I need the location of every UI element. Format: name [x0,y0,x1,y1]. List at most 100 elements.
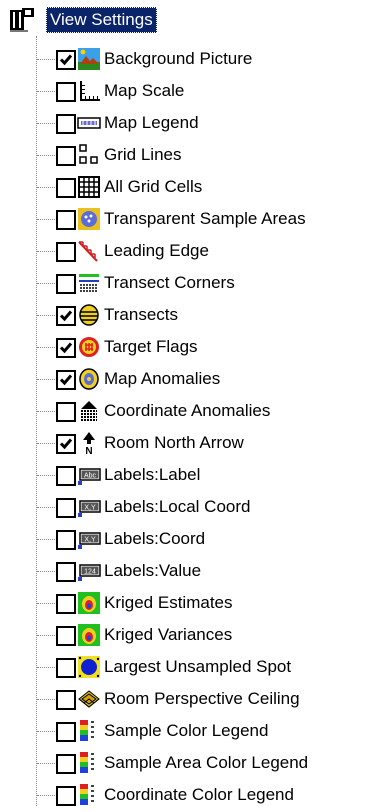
tree-connector [37,475,55,476]
tree-item-transparent-sample-areas[interactable]: Transparent Sample Areas [0,204,377,236]
checkmark-icon [59,437,73,451]
perspective-ceiling-icon [77,687,101,711]
checkbox[interactable] [56,370,76,390]
tree-item-label: Sample Area Color Legend [104,753,309,772]
tree-connector [37,699,55,700]
checkmark-icon [59,53,73,67]
tree-item-label: Kriged Estimates [104,593,233,612]
target-flags-icon [77,335,101,359]
tree-item-label: Map Anomalies [104,369,221,388]
label-abc-icon: Abc [77,463,101,487]
checkbox[interactable] [56,786,76,806]
checkbox[interactable] [56,178,76,198]
tree-connector [37,347,55,348]
label-xy-icon: X,Y [77,527,101,551]
label-xy-icon: X,Y [77,495,101,519]
checkbox[interactable] [56,306,76,326]
tree-connector [37,91,55,92]
tree-connector [37,283,55,284]
tree-item-label: Kriged Variances [104,625,233,644]
checkbox[interactable] [56,114,76,134]
tree-item-kriged-variances[interactable]: Kriged Variances [0,620,377,652]
tree-item-label: Target Flags [104,337,198,356]
view-settings-tree[interactable]: View Settings Background Picture Map Scal… [0,0,377,806]
checkbox[interactable] [56,146,76,166]
tree-item-label: Sample Color Legend [104,721,269,740]
tree-item-label: Transect Corners [104,273,235,292]
checkbox[interactable] [56,498,76,518]
tree-connector [37,251,55,252]
map-anomalies-icon [77,367,101,391]
tree-item-transects[interactable]: Transects [0,300,377,332]
checkbox[interactable] [56,562,76,582]
tree-item-room-perspective-ceiling[interactable]: Room Perspective Ceiling [0,684,377,716]
coordinate-anomalies-icon [77,399,101,423]
checkbox[interactable] [56,594,76,614]
checkbox[interactable] [56,338,76,358]
tree-item-target-flags[interactable]: Target Flags [0,332,377,364]
checkbox[interactable] [56,722,76,742]
checkbox[interactable] [56,82,76,102]
checkbox[interactable] [56,754,76,774]
tree-item-label: Coordinate Anomalies [104,401,271,420]
tree-connector [37,667,55,668]
tree-connector [37,763,55,764]
tree-item-label: Leading Edge [104,241,209,260]
checkbox[interactable] [56,530,76,550]
checkbox[interactable] [56,402,76,422]
tree-item-background-picture[interactable]: Background Picture [0,44,377,76]
tree-item-grid-lines[interactable]: Grid Lines [0,140,377,172]
tree-connector [37,731,55,732]
tree-item-labels-local-coord[interactable]: X,Y Labels:Local Coord [0,492,377,524]
north-arrow-icon: N [77,431,101,457]
sample-area-icon [77,207,101,231]
checkbox[interactable] [56,626,76,646]
tree-item-label: Room North Arrow [104,433,244,452]
tree-connector [37,507,55,508]
book-icon [8,6,42,34]
tree-connector [37,539,55,540]
tree-item-room-north-arrow[interactable]: N Room North Arrow [0,428,377,460]
checkbox[interactable] [56,466,76,486]
tree-item-label: All Grid Cells [104,177,203,196]
checkbox[interactable] [56,690,76,710]
checkmark-icon [59,373,73,387]
tree-item-sample-area-color-legend[interactable]: Sample Area Color Legend [0,748,377,780]
tree-item-labels-value[interactable]: 124 Labels:Value [0,556,377,588]
svg-text:N: N [85,446,92,455]
tree-connector [37,443,55,444]
tree-item-largest-unsampled-spot[interactable]: Largest Unsampled Spot [0,652,377,684]
tree-root-label[interactable]: View Settings [46,7,157,33]
grid-lines-icon [77,143,101,167]
svg-text:Abc: Abc [84,473,97,480]
tree-item-label: Labels:Coord [104,529,206,548]
tree-item-label: Largest Unsampled Spot [104,657,292,676]
tree-item-label: Labels:Label [104,465,201,484]
tree-item-coordinate-anomalies[interactable]: Coordinate Anomalies [0,396,377,428]
tree-connector [37,795,55,796]
tree-item-coordinate-color-legend[interactable]: Coordinate Color Legend [0,780,377,812]
tree-item-kriged-estimates[interactable]: Kriged Estimates [0,588,377,620]
label-value-icon: 124 [77,559,101,583]
tree-item-map-anomalies[interactable]: Map Anomalies [0,364,377,396]
checkbox[interactable] [56,210,76,230]
tree-item-label: Grid Lines [104,145,182,164]
tree-item-leading-edge[interactable]: Leading Edge [0,236,377,268]
checkbox[interactable] [56,658,76,678]
tree-item-map-scale[interactable]: Map Scale [0,76,377,108]
checkbox[interactable] [56,242,76,262]
tree-item-labels-label[interactable]: Abc Labels:Label [0,460,377,492]
tree-item-sample-color-legend[interactable]: Sample Color Legend [0,716,377,748]
checkbox[interactable] [56,274,76,294]
tree-root-view-settings[interactable]: View Settings [8,5,157,35]
checkbox[interactable] [56,434,76,454]
tree-connector [37,219,55,220]
checkbox[interactable] [56,50,76,70]
tree-item-labels-coord[interactable]: X,Y Labels:Coord [0,524,377,556]
tree-item-all-grid-cells[interactable]: All Grid Cells [0,172,377,204]
tree-item-transect-corners[interactable]: Transect Corners [0,268,377,300]
kriged-icon [77,623,101,647]
tree-item-label: Labels:Local Coord [104,497,251,516]
tree-connector [37,155,55,156]
tree-item-map-legend[interactable]: Map Legend [0,108,377,140]
